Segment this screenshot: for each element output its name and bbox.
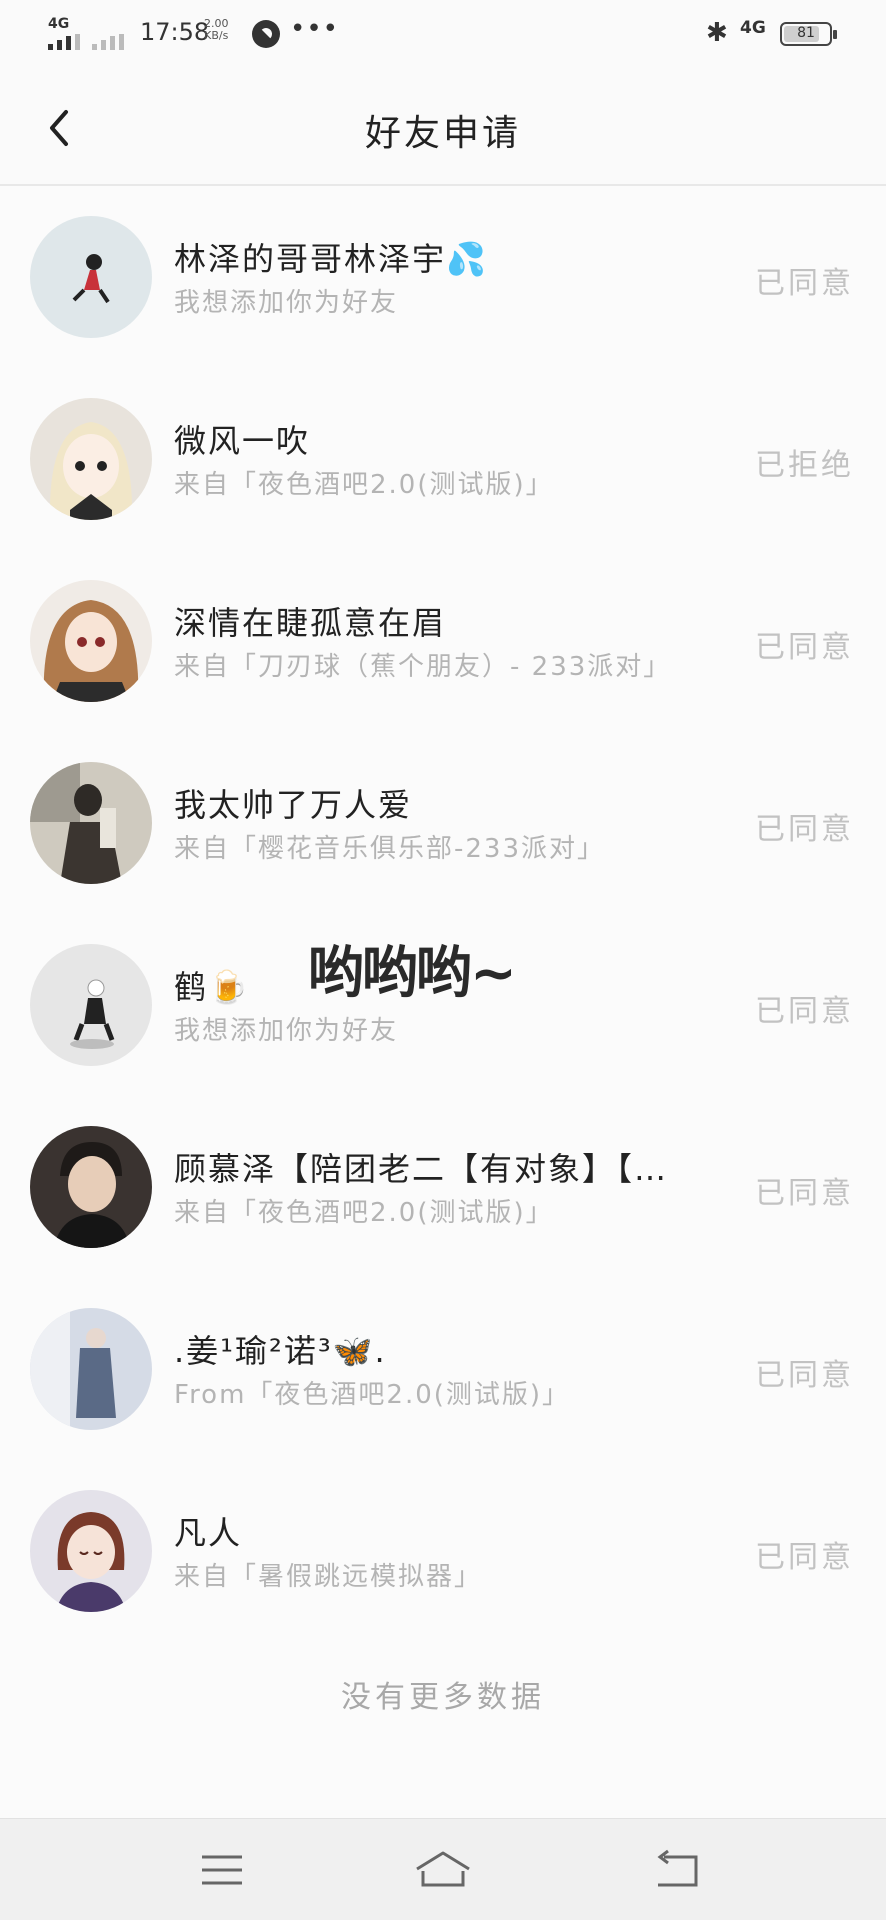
battery-icon: 81 xyxy=(780,22,837,46)
request-status: 已同意 xyxy=(755,266,854,301)
requester-name: 顾慕泽【陪团老二【有对象】【… xyxy=(174,1150,669,1188)
requester-name: 我太帅了万人爱 xyxy=(174,786,413,824)
battery-level: 81 xyxy=(797,25,815,41)
avatar[interactable] xyxy=(30,1490,152,1612)
no-more-data-label: 没有更多数据 xyxy=(341,1680,545,1715)
network-type: 4G xyxy=(48,16,70,32)
network-speed-unit: KB/s xyxy=(204,29,229,42)
signal-strength-2-icon xyxy=(92,34,124,50)
avatar[interactable] xyxy=(30,944,152,1066)
avatar[interactable] xyxy=(30,580,152,702)
friend-request-item[interactable]: 林泽的哥哥林泽宇💦 我想添加你为好友 已同意 xyxy=(0,188,886,370)
friend-request-item[interactable]: 我太帅了万人爱 来自「樱花音乐俱乐部-233派对」 已同意 xyxy=(0,734,886,916)
home-icon xyxy=(416,1851,470,1887)
menu-icon xyxy=(202,1855,242,1885)
friend-request-item[interactable]: 顾慕泽【陪团老二【有对象】【… 来自「夜色酒吧2.0(测试版)」 已同意 xyxy=(0,1098,886,1280)
request-source: 来自「暑假跳远模拟器」 xyxy=(174,1562,483,1592)
request-source: From「夜色酒吧2.0(测试版)」 xyxy=(174,1380,571,1410)
request-status: 已拒绝 xyxy=(755,448,854,483)
request-status: 已同意 xyxy=(755,994,854,1029)
friend-request-item[interactable]: .姜¹瑜²诺³🦋. From「夜色酒吧2.0(测试版)」 已同意 xyxy=(0,1280,886,1462)
request-source: 来自「夜色酒吧2.0(测试版)」 xyxy=(174,470,554,500)
request-source: 来自「樱花音乐俱乐部-233派对」 xyxy=(174,834,606,864)
avatar[interactable] xyxy=(30,398,152,520)
request-source: 来自「夜色酒吧2.0(测试版)」 xyxy=(174,1198,554,1228)
request-status: 已同意 xyxy=(755,812,854,847)
signal-strength-icon xyxy=(48,34,80,50)
friend-request-list: 林泽的哥哥林泽宇💦 我想添加你为好友 已同意 微风一吹 来自「夜色酒吧2.0(测… xyxy=(0,188,886,1644)
back-system-button[interactable] xyxy=(648,1845,708,1895)
requester-name: .姜¹瑜²诺³🦋. xyxy=(174,1332,387,1370)
bluetooth-icon: ✱ xyxy=(706,18,728,48)
requester-name: 深情在睫孤意在眉 xyxy=(174,604,447,642)
avatar[interactable] xyxy=(30,762,152,884)
request-status: 已同意 xyxy=(755,1358,854,1393)
requester-name: 林泽的哥哥林泽宇💦 xyxy=(174,240,488,278)
friend-request-item[interactable]: 微风一吹 来自「夜色酒吧2.0(测试版)」 已拒绝 xyxy=(0,370,886,552)
requester-name: 凡人 xyxy=(174,1514,243,1552)
avatar[interactable] xyxy=(30,216,152,338)
status-bar: 4G 17:58 2.00 KB/s ••• ✱ 4G 81 xyxy=(0,0,886,68)
request-source: 我想添加你为好友 xyxy=(174,288,399,318)
app-notification-icon xyxy=(252,20,280,48)
avatar[interactable] xyxy=(30,1126,152,1248)
request-source: 来自「刀刃球（蕉个朋友）- 233派对」 xyxy=(174,652,672,682)
overlay-caption: 哟哟哟~ xyxy=(308,941,517,1006)
system-navigation-bar xyxy=(0,1818,886,1920)
menu-button[interactable] xyxy=(192,1845,252,1895)
home-button[interactable] xyxy=(413,1845,473,1895)
clock: 17:58 xyxy=(140,18,210,46)
friend-request-item[interactable]: 深情在睫孤意在眉 来自「刀刃球（蕉个朋友）- 233派对」 已同意 xyxy=(0,552,886,734)
request-status: 已同意 xyxy=(755,630,854,665)
navigation-bar: 好友申请 xyxy=(0,68,886,186)
return-icon xyxy=(657,1849,698,1887)
network-type-right: 4G xyxy=(740,18,766,38)
request-status: 已同意 xyxy=(755,1176,854,1211)
friend-request-item[interactable]: 凡人 来自「暑假跳远模拟器」 已同意 xyxy=(0,1462,886,1644)
request-status: 已同意 xyxy=(755,1540,854,1575)
page-title: 好友申请 xyxy=(364,113,521,154)
avatar[interactable] xyxy=(30,1308,152,1430)
more-notifications-icon: ••• xyxy=(290,14,340,44)
network-speed: 2.00 KB/s xyxy=(204,18,229,42)
request-source: 我想添加你为好友 xyxy=(174,1016,399,1046)
requester-name: 微风一吹 xyxy=(174,422,311,460)
